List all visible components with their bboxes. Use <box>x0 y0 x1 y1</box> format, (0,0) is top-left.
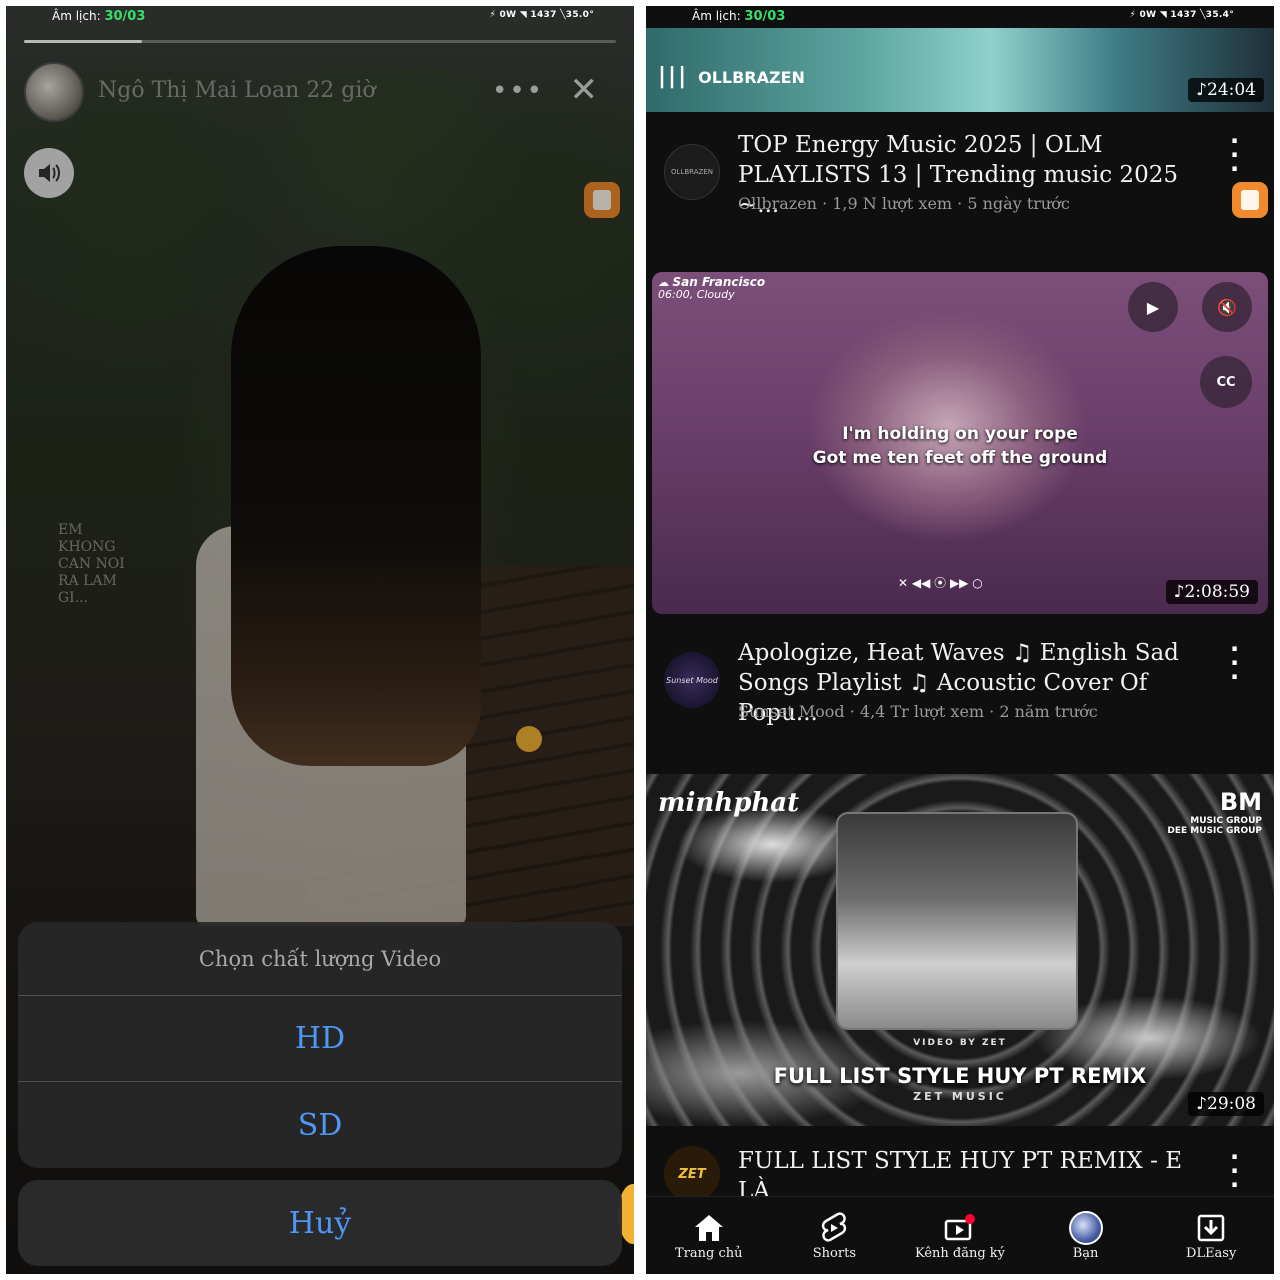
video-title[interactable]: FULL LIST STYLE HUY PT REMIX - E LÀ KHÔN… <box>738 1146 1194 1202</box>
duration-badge: 29:08 <box>1188 1092 1264 1116</box>
nav-label: Bạn <box>1072 1246 1099 1261</box>
cancel-button[interactable]: Huỷ <box>18 1180 622 1266</box>
video-credit: VIDEO BY ZET <box>913 1038 1007 1048</box>
channel-avatar[interactable]: OLLBRAZEN <box>664 144 720 200</box>
system-indicators: ⚡ 0W ◥ 1437 ╲35.4° <box>1129 10 1234 20</box>
quality-option-sd[interactable]: SD <box>18 1082 622 1168</box>
duration-badge: 24:04 <box>1188 78 1264 102</box>
thumbnail-title: FULL LIST STYLE HUY PT REMIX <box>773 1064 1147 1088</box>
thumbnail-channel-art: ||| OLLBRAZEN <box>658 64 805 89</box>
lyrics-overlay: I'm holding on your rope Got me ten feet… <box>812 424 1108 468</box>
channel-avatar[interactable]: Sunset Mood <box>664 652 720 708</box>
nav-home[interactable]: Trang chủ <box>646 1197 772 1274</box>
video-info-row[interactable]: OLLBRAZEN TOP Energy Music 2025 | OLM PL… <box>646 126 1274 236</box>
duration-badge: 2:08:59 <box>1165 580 1258 604</box>
lunar-date: Âm lịch: 30/03 <box>692 9 786 24</box>
video-player-preview[interactable]: ☁ San Francisco 06:00, Cloudy ▶ 🔇 CC I'm … <box>652 272 1268 614</box>
more-vert-icon[interactable]: · · · <box>1230 1145 1240 1197</box>
system-indicators: ⚡ 0W ◥ 1437 ╲35.0° <box>489 10 594 20</box>
thumbnail-subtitle: ZET MUSIC <box>913 1090 1007 1103</box>
quality-option-hd[interactable]: HD <box>18 996 622 1082</box>
home-icon <box>693 1210 725 1246</box>
more-vert-icon[interactable]: · · · <box>1230 129 1240 181</box>
brand-logo-right: BM MUSIC GROUP DEE MUSIC GROUP <box>1167 788 1262 836</box>
nav-label: Trang chủ <box>675 1246 743 1261</box>
weather-widget: ☁ San Francisco 06:00, Cloudy <box>658 275 766 301</box>
video-thumbnail[interactable]: minhphat BM MUSIC GROUP DEE MUSIC GROUP … <box>646 774 1274 1126</box>
thumbnail-photo-frame <box>836 812 1078 1030</box>
youtube-feed-panel: Âm lịch: 30/03 ⚡ 0W ◥ 1437 ╲35.4° ||| OLL… <box>646 6 1274 1274</box>
profile-avatar <box>1068 1210 1103 1246</box>
nav-shorts[interactable]: Shorts <box>772 1197 898 1274</box>
download-icon <box>1196 1210 1226 1246</box>
status-bar: Âm lịch: 30/03 ⚡ 0W ◥ 1437 ╲35.4° <box>646 6 1274 28</box>
nav-subscriptions[interactable]: Kênh đăng ký <box>897 1197 1023 1274</box>
status-bar: Âm lịch: 30/03 ⚡ 0W ◥ 1437 ╲35.0° <box>6 6 634 28</box>
video-info-row[interactable]: Sunset Mood Apologize, Heat Waves ♫ Engl… <box>646 634 1274 744</box>
video-meta: Ollbrazen · 1,9 N lượt xem · 5 ngày trướ… <box>738 194 1070 213</box>
shorts-icon <box>820 1210 848 1246</box>
video-info-row[interactable]: ZET FULL LIST STYLE HUY PT REMIX - E LÀ … <box>646 1142 1274 1202</box>
nav-label: Shorts <box>812 1246 856 1261</box>
subscriptions-icon <box>943 1210 977 1246</box>
mute-icon[interactable]: 🔇 <box>1202 282 1252 332</box>
channel-avatar[interactable]: ZET <box>664 1146 720 1202</box>
bottom-navigation: Trang chủ Shorts Kênh đăng ký Bạn DLEasy <box>646 1196 1274 1274</box>
mini-player-icon[interactable]: ▶ <box>1128 282 1178 332</box>
player-controls: ✕ ◀◀ ⦿ ▶▶ ○ <box>898 576 983 590</box>
video-quality-action-sheet: Chọn chất lượng Video HD SD <box>18 922 622 1168</box>
story-viewer-panel: Âm lịch: 30/03 ⚡ 0W ◥ 1437 ╲35.0° Ngô Th… <box>6 6 634 1274</box>
lunar-date: Âm lịch: 30/03 <box>52 9 146 24</box>
sheet-title: Chọn chất lượng Video <box>18 922 622 996</box>
brand-logo-left: minhphat <box>658 788 800 818</box>
nav-label: DLEasy <box>1186 1246 1237 1261</box>
nav-you[interactable]: Bạn <box>1023 1197 1149 1274</box>
nav-label: Kênh đăng ký <box>914 1246 1006 1261</box>
more-vert-icon[interactable]: · · · <box>1230 637 1240 689</box>
video-thumbnail[interactable]: |||OLLBRAZEN 24:04 <box>646 28 1274 112</box>
floating-app-shortcut-icon[interactable] <box>1232 182 1268 218</box>
captions-icon[interactable]: CC <box>1200 356 1252 408</box>
nav-dleasy[interactable]: DLEasy <box>1148 1197 1274 1274</box>
video-meta: Sunset Mood · 4,4 Tr lượt xem · 2 năm tr… <box>738 702 1098 721</box>
